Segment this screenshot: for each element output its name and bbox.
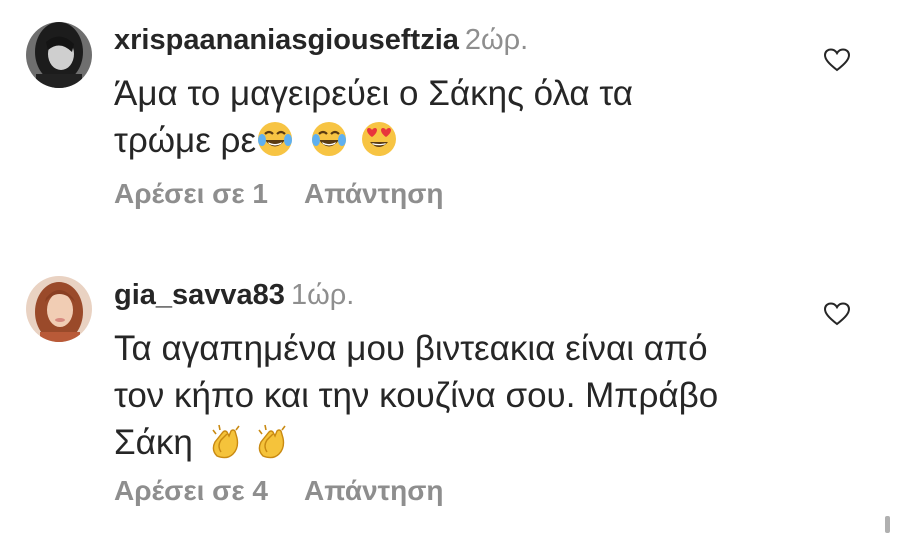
- likes-count-link[interactable]: Αρέσει σε 1: [114, 178, 268, 209]
- reply-button[interactable]: Απάντηση: [304, 475, 444, 506]
- timestamp: 1ώρ.: [290, 279, 355, 311]
- comment-actions: Αρέσει σε 1 Απάντηση: [114, 178, 444, 210]
- avatar[interactable]: [26, 276, 92, 342]
- comment-text-line: Τα αγαπημένα μου βιντεακια είναι από: [114, 329, 708, 368]
- username[interactable]: xrispaananiasgiouseftzia: [114, 24, 459, 56]
- scroll-indicator[interactable]: [885, 516, 890, 533]
- comment-text-line: τον κήπο και την κουζίνα σου. Μπράβο: [114, 376, 719, 415]
- clapping-hands-emoji-icon: [253, 422, 291, 460]
- timestamp: 2ώρ.: [464, 24, 529, 56]
- username[interactable]: gia_savva83: [114, 279, 285, 311]
- comment-text-segment: τρώμε ρε: [114, 121, 257, 160]
- like-heart-icon[interactable]: [824, 302, 850, 326]
- heart-eyes-emoji-icon: [360, 120, 398, 158]
- comment-header: gia_savva83 1ώρ.: [114, 278, 354, 312]
- comment-text-line: Σάκη: [114, 419, 794, 466]
- comment-text-line: τρώμε ρε: [114, 117, 794, 164]
- avatar[interactable]: [26, 22, 92, 88]
- clapping-hands-emoji-icon: [207, 422, 245, 460]
- comment-text: Τα αγαπημένα μου βιντεακια είναι από τον…: [114, 325, 794, 466]
- tears-of-joy-emoji-icon: [256, 120, 294, 158]
- comment-text-segment: Σάκη: [114, 423, 193, 462]
- comment-header: xrispaananiasgiouseftzia 2ώρ.: [114, 23, 528, 57]
- likes-count-link[interactable]: Αρέσει σε 4: [114, 475, 268, 506]
- comment-actions: Αρέσει σε 4 Απάντηση: [114, 475, 444, 507]
- comment-text: Άμα το μαγειρεύει ο Σάκης όλα τα τρώμε ρ…: [114, 70, 794, 164]
- like-heart-icon[interactable]: [824, 48, 850, 72]
- tears-of-joy-emoji-icon: [310, 120, 348, 158]
- reply-button[interactable]: Απάντηση: [304, 178, 444, 209]
- comment-text-line: Άμα το μαγειρεύει ο Σάκης όλα τα: [114, 74, 633, 113]
